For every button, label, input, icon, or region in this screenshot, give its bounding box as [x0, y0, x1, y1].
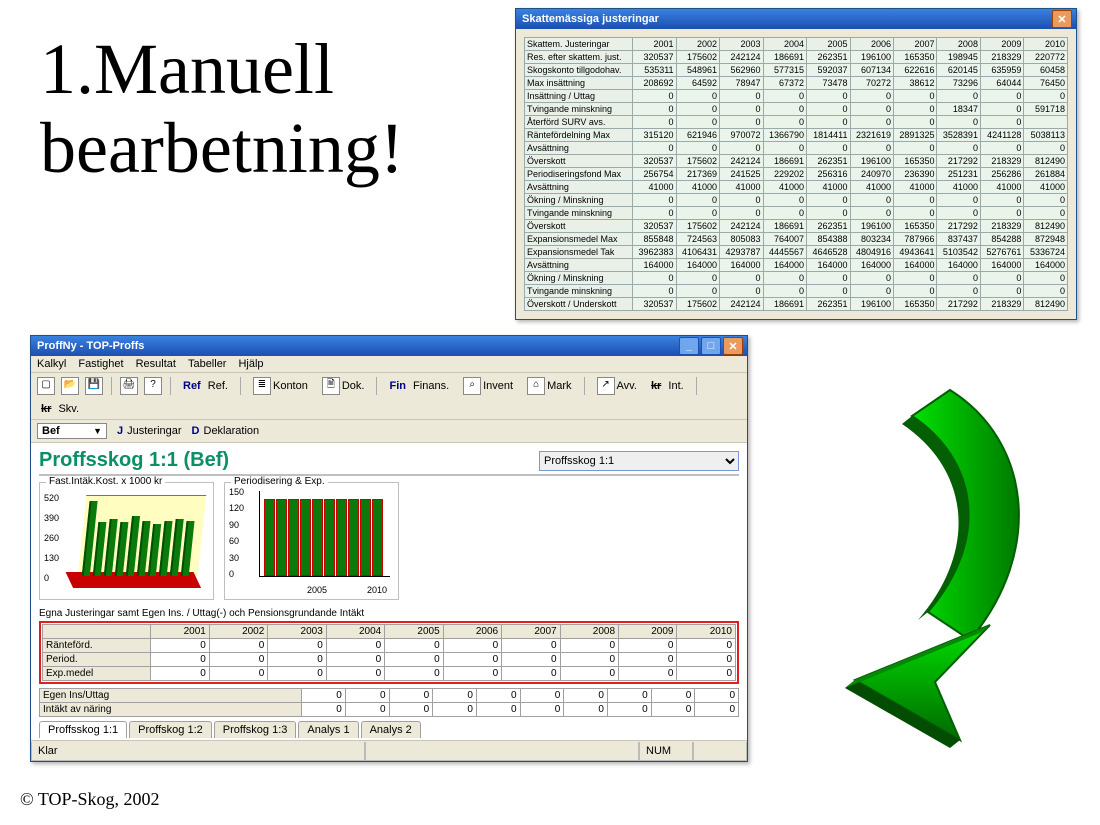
table-row: Expansionsmedel Max855848724563805083764… [525, 233, 1068, 246]
toolbar: ▢ 📂 💾 🖨 ? Ref Ref. ≣Konton 🗎Dok. Fin Fin… [31, 373, 747, 420]
section-label: Egna Justeringar samt Egen Ins. / Uttag(… [39, 608, 739, 619]
table-row: Överskott3205371756022421241866912623511… [525, 220, 1068, 233]
chart2-box: Periodisering & Exp. 0306090120150200520… [224, 482, 399, 600]
heading-line2: bearbetning! [40, 108, 404, 188]
income-grid[interactable]: Egen Ins/Uttag0000000000Intäkt av näring… [39, 688, 739, 717]
tab-2[interactable]: Proffskog 1:3 [214, 721, 297, 738]
konton-button[interactable]: ≣Konton [249, 376, 312, 396]
table-row: Tvingande minskning0000000000 [525, 207, 1068, 220]
heading-line1: 1.Manuell [40, 29, 334, 109]
open-icon[interactable]: 📂 [61, 377, 79, 395]
table-row: Överskott3205371756022421241866912623511… [525, 155, 1068, 168]
tab-4[interactable]: Analys 2 [361, 721, 421, 738]
menu-fastighet[interactable]: Fastighet [78, 358, 123, 370]
save-icon[interactable]: 💾 [85, 377, 103, 395]
chevron-down-icon: ▼ [93, 426, 102, 436]
dok-button[interactable]: 🗎Dok. [318, 376, 369, 396]
chart1: 0130260390520 [44, 485, 209, 595]
adjustments-grid[interactable]: 2001200220032004200520062007200820092010… [42, 624, 736, 681]
table-row: Ökning / Minskning0000000000 [525, 194, 1068, 207]
farm-selector[interactable]: Proffsskog 1:1 [539, 451, 739, 471]
invent-icon: ⌕ [463, 377, 481, 395]
chart2: 030609012015020052010 [229, 485, 394, 595]
table-row: Ökning / Minskning0000000000 [525, 272, 1068, 285]
menu-tabeller[interactable]: Tabeller [188, 358, 227, 370]
table-row: Avsättning0000000000 [525, 142, 1068, 155]
window-proffny: ProffNy - TOP-Proffs _ □ ✕ Kalkyl Fastigh… [30, 335, 748, 762]
highlighted-grid: 2001200220032004200520062007200820092010… [39, 621, 739, 684]
tax-adjustments-table: Skattem. Justeringar20012002200320042005… [524, 37, 1068, 311]
konton-icon: ≣ [253, 377, 271, 395]
copyright: © TOP-Skog, 2002 [20, 789, 160, 810]
table-row[interactable]: Period.0000000000 [43, 653, 736, 667]
menu-kalkyl[interactable]: Kalkyl [37, 358, 66, 370]
table-row: Avsättning164000164000164000164000164000… [525, 259, 1068, 272]
slide-heading: 1.Manuell bearbetning! [40, 30, 404, 188]
table-row: Periodiseringsfond Max256754217369241525… [525, 168, 1068, 181]
status-text: Klar [31, 742, 365, 761]
close-button[interactable]: ✕ [723, 337, 743, 355]
table-row: Räntefördelning Max315120621946970072136… [525, 129, 1068, 142]
help-icon[interactable]: ? [144, 377, 162, 395]
table-row[interactable]: Egen Ins/Uttag0000000000 [40, 689, 739, 703]
document-title: Proffsskog 1:1 (Bef) [39, 449, 229, 472]
table-row[interactable]: Intäkt av näring0000000000 [40, 703, 739, 717]
table-row: Insättning / Uttag0000000000 [525, 90, 1068, 103]
table-row: Överskott / Underskott320537175602242124… [525, 298, 1068, 311]
table-row: Max insättning20869264592789476737273478… [525, 77, 1068, 90]
table-row: Tvingande minskning0000000183470591718 [525, 103, 1068, 116]
close-button[interactable]: ✕ [1052, 10, 1072, 28]
invent-button[interactable]: ⌕Invent [459, 376, 517, 396]
print-icon[interactable]: 🖨 [120, 377, 138, 395]
menu-hjälp[interactable]: Hjälp [238, 358, 263, 370]
mark-button[interactable]: ⌂Mark [523, 376, 575, 396]
mark-icon: ⌂ [527, 377, 545, 395]
window1-title: ProffNy - TOP-Proffs [37, 340, 144, 352]
minimize-button[interactable]: _ [679, 337, 699, 355]
int-button[interactable]: kr Int. [647, 379, 688, 393]
menu-bar[interactable]: Kalkyl Fastighet Resultat Tabeller Hjälp [31, 356, 747, 373]
sheet-tabs[interactable]: Proffsskog 1:1Proffskog 1:2Proffskog 1:3… [39, 721, 739, 738]
table-row: Res. efter skattem. just.320537175602242… [525, 51, 1068, 64]
document-header: Proffsskog 1:1 (Bef) Proffsskog 1:1 [39, 449, 739, 476]
bef-combo[interactable]: Bef▼ [37, 423, 107, 439]
status-num: NUM [639, 742, 693, 761]
deklaration-button[interactable]: D Deklaration [192, 425, 260, 437]
maximize-button[interactable]: □ [701, 337, 721, 355]
new-icon[interactable]: ▢ [37, 377, 55, 395]
green-arrow [800, 380, 1060, 760]
status-bar: Klar NUM [31, 740, 747, 761]
menu-resultat[interactable]: Resultat [136, 358, 176, 370]
table-row[interactable]: Ränteförd.0000000000 [43, 639, 736, 653]
tab-3[interactable]: Analys 1 [298, 721, 358, 738]
chart1-box: Fast.Intäk.Kost. x 1000 kr 0130260390520 [39, 482, 214, 600]
table-row: Expansionsmedel Tak396238341064314293787… [525, 246, 1068, 259]
finans-button[interactable]: Fin Finans. [385, 379, 453, 393]
justeringar-button[interactable]: J Justeringar [117, 425, 182, 437]
avv-button[interactable]: ↗Avv. [593, 376, 641, 396]
toolbar-row2: Bef▼ J Justeringar D Deklaration [31, 420, 747, 443]
table-row: Tvingande minskning0000000000 [525, 285, 1068, 298]
titlebar[interactable]: Skattemässiga justeringar ✕ [516, 9, 1076, 29]
tab-0[interactable]: Proffsskog 1:1 [39, 721, 127, 738]
titlebar[interactable]: ProffNy - TOP-Proffs _ □ ✕ [31, 336, 747, 356]
dok-icon: 🗎 [322, 377, 340, 395]
avv-icon: ↗ [597, 377, 615, 395]
table-row: Skogskonto tillgodohav.53531154896156296… [525, 64, 1068, 77]
ref-button[interactable]: Ref Ref. [179, 379, 232, 393]
window-skattejusteringar: Skattemässiga justeringar ✕ Skattem. Jus… [515, 8, 1077, 320]
window2-title: Skattemässiga justeringar [522, 13, 659, 25]
tab-1[interactable]: Proffskog 1:2 [129, 721, 212, 738]
skv-button[interactable]: kr Skv. [37, 402, 83, 416]
table-row: Återförd SURV avs.000000000 [525, 116, 1068, 129]
table-row: Avsättning410004100041000410004100041000… [525, 181, 1068, 194]
table-row[interactable]: Exp.medel0000000000 [43, 667, 736, 681]
